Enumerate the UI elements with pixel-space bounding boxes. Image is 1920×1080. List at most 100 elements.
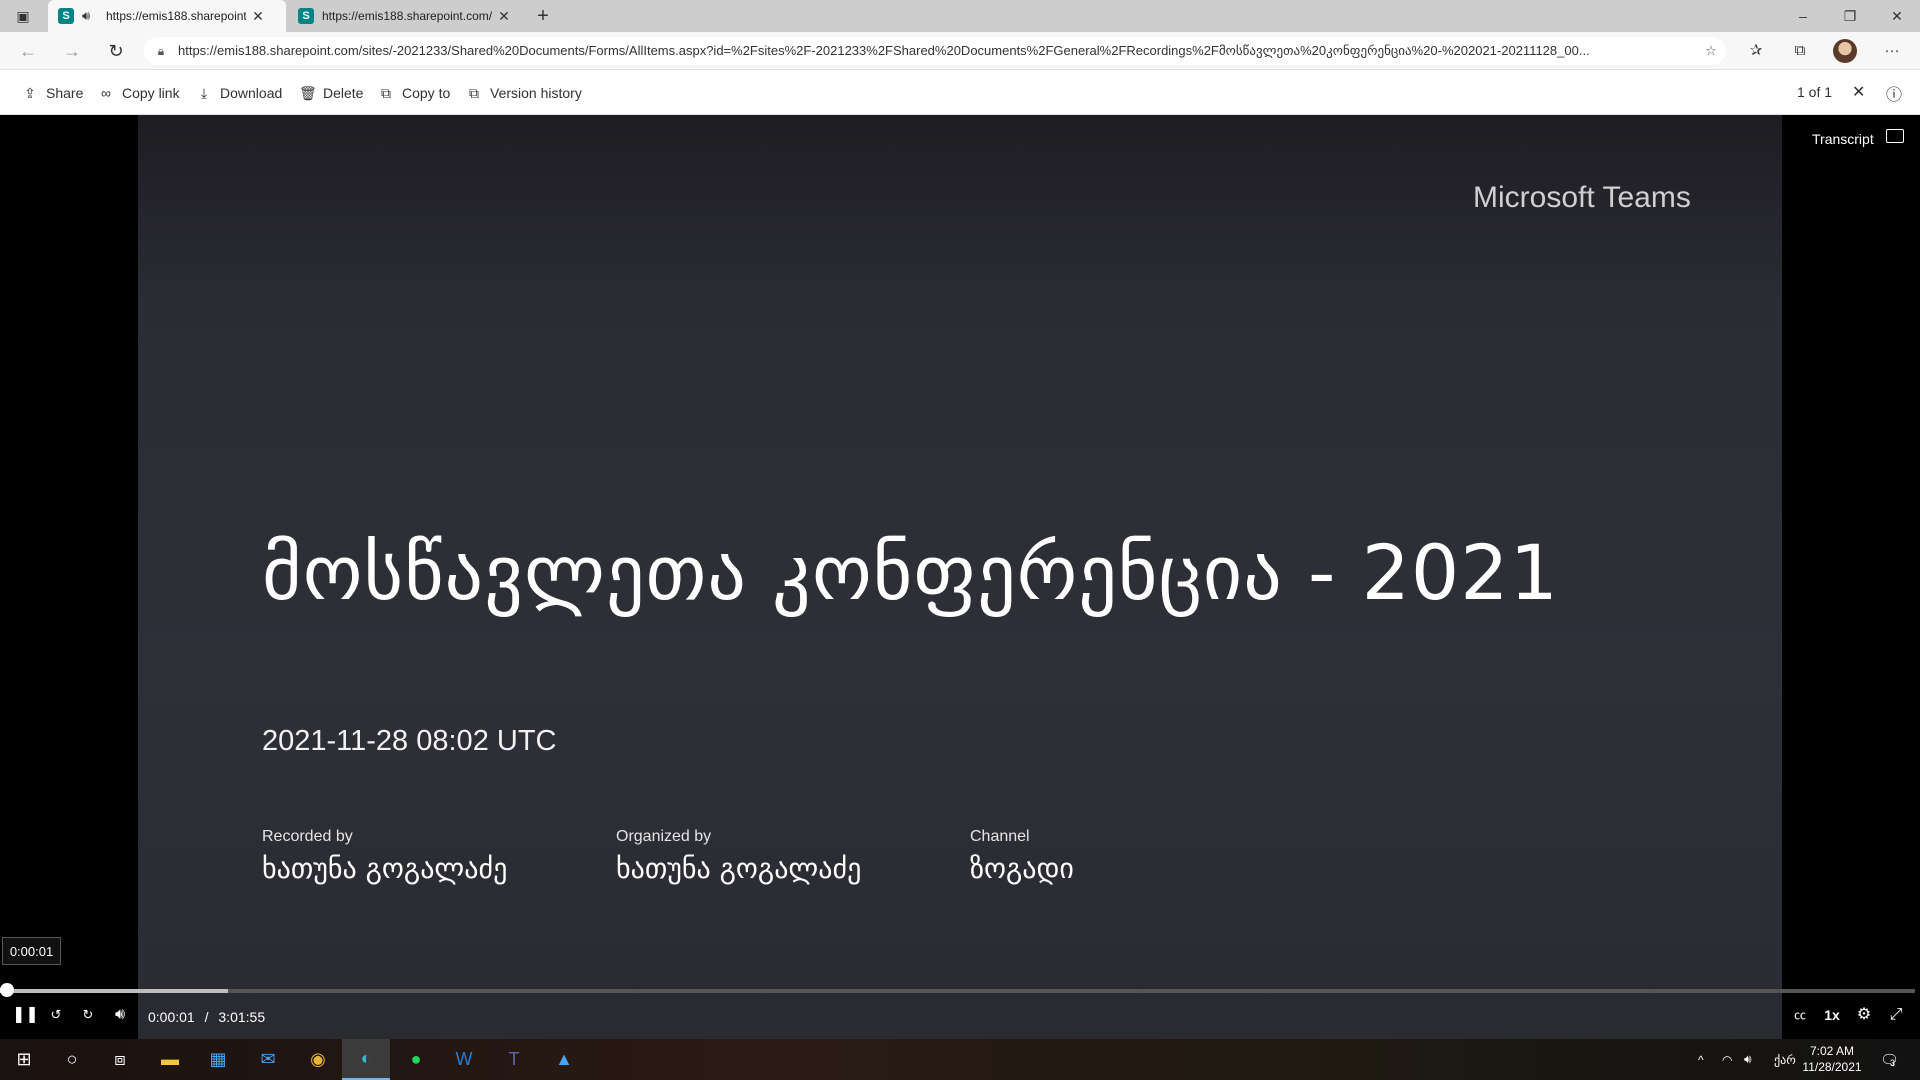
favorites-icon[interactable]: ✰ [1740,39,1772,63]
windows-taskbar: ⊞ ○ ⧈ ▬ ▦ ✉ ◉ ◐ ● W T ▲ ^ ◠ 🔊︎ ქარ 7:02 … [0,1039,1920,1080]
recording-date: 2021-11-28 08:02 UTC [262,725,557,757]
duration: 3:01:55 [218,1009,266,1025]
new-tab-icon[interactable]: + [520,0,566,32]
language-indicator[interactable]: ქარ [1774,1039,1796,1080]
close-window-icon[interactable]: ✕ [1874,0,1920,32]
url-field[interactable]: 🔒︎ https://emis188.sharepoint.com/sites/… [144,37,1726,65]
delete-label: Delete [323,85,364,101]
chrome-icon[interactable]: ◉ [294,1039,342,1080]
file-explorer-icon[interactable]: ▬ [146,1039,194,1080]
copy-to-label: Copy to [402,85,451,101]
download-label: Download [220,85,283,101]
mail-icon[interactable]: ✉ [244,1039,292,1080]
notification-count: 3 [1890,1057,1896,1068]
url-text: https://emis188.sharepoint.com/sites/-20… [178,43,1590,58]
rewind-10-icon[interactable]: ↺ [44,1003,68,1027]
speaker-icon[interactable]: 🔊︎ [82,8,98,24]
forward-10-icon[interactable]: ↻ [76,1003,100,1027]
lock-icon[interactable]: 🔒︎ [144,44,178,59]
pager-text: 1 of 1 [1797,84,1833,100]
edge-icon[interactable]: ◐ [342,1039,390,1080]
share-label: Share [46,85,84,101]
download-button[interactable]: ⤓ Download [196,82,282,104]
sharepoint-icon: S [58,8,74,24]
buffered-range [0,989,228,993]
seek-handle[interactable] [0,983,14,997]
link-icon: ∞ [101,85,111,101]
recorded-by-value: ხათუნა გოგალაძე [262,852,508,885]
more-icon[interactable]: ··· [1876,39,1908,63]
playback-speed-button[interactable]: 1x [1820,1003,1844,1027]
clock[interactable]: 7:02 AM 11/28/2021 [1798,1043,1866,1075]
back-icon[interactable]: ← [14,39,42,63]
time-separator: / [204,1009,209,1025]
tab-sharepoint-2[interactable]: S https://emis188.sharepoint.com/ ✕ [288,0,526,32]
sharepoint-icon: S [298,8,314,24]
close-tab-icon[interactable]: ✕ [246,8,270,25]
tray-chevron-icon[interactable]: ^ [1698,1039,1704,1080]
search-icon[interactable]: ○ [48,1039,96,1080]
delete-button[interactable]: 🗑︎ Delete [299,82,363,104]
reload-icon[interactable]: ↻ [102,39,130,63]
transcript-icon[interactable] [1886,129,1904,143]
version-history-button[interactable]: ⧉ Version history [466,82,582,104]
word-icon[interactable]: W [440,1039,488,1080]
clock-date: 11/28/2021 [1802,1060,1862,1074]
teams-icon[interactable]: T [490,1039,538,1080]
spotify-icon[interactable]: ● [392,1039,440,1080]
volume-icon[interactable]: 🔊︎ [108,1003,132,1027]
settings-icon[interactable]: ⚙ [1852,1003,1876,1027]
command-bar: ⇪ Share ∞ Copy link ⤓ Download 🗑︎ Delete… [0,70,1920,115]
close-tab-icon[interactable]: ✕ [492,8,516,25]
tray-volume-icon[interactable]: 🔊︎ [1744,1039,1752,1080]
seek-tooltip: 0:00:01 [2,937,61,965]
organized-by-label: Organized by [616,828,712,845]
channel-value: ზოგადი [970,852,1074,885]
history-icon: ⧉ [469,84,479,101]
organized-by-value: ხათუნა გოგალაძე [616,852,862,885]
trash-icon: 🗑︎ [299,84,317,101]
tab-actions-icon[interactable]: ▣ [0,0,46,32]
minimize-icon[interactable]: – [1780,0,1826,32]
video-frame[interactable]: Microsoft Teams მოსწავლეთა კონფერენცია -… [138,115,1782,1039]
brand-text: Microsoft Teams [1473,181,1691,214]
store-icon[interactable]: ▦ [194,1039,242,1080]
network-icon[interactable]: ◠ [1722,1039,1732,1080]
browser-tab-bar: ▣ S 🔊︎ https://emis188.sharepoint. ✕ S h… [0,0,1920,32]
pause-icon[interactable]: ❚❚ [12,1003,39,1027]
tab-title: https://emis188.sharepoint. [106,9,246,23]
close-viewer-icon[interactable]: ✕ [1852,82,1865,102]
seek-bar[interactable] [0,983,1915,997]
collections-icon[interactable]: ⧉ [1784,39,1816,63]
time-display: 0:00:01 / 3:01:55 [148,1009,265,1025]
version-history-label: Version history [490,85,582,101]
task-view-icon[interactable]: ⧈ [96,1039,144,1080]
restore-icon[interactable]: ❐ [1827,0,1873,32]
address-bar-row: ← → ↻ 🔒︎ https://emis188.sharepoint.com/… [0,32,1920,70]
notification-center-icon[interactable]: 🗨︎ 3 [1880,1039,1899,1080]
forward-icon[interactable]: → [58,39,86,63]
copy-link-label: Copy link [122,85,180,101]
share-icon: ⇪ [24,84,36,101]
share-button[interactable]: ⇪ Share [22,82,83,104]
fullscreen-icon[interactable]: ⤢ [1884,1003,1908,1027]
video-viewer: Microsoft Teams მოსწავლეთა კონფერენცია -… [0,115,1920,1039]
tab-title: https://emis188.sharepoint.com/ [322,9,492,23]
video-title: მოსწავლეთა კონფერენცია - 2021 [262,528,1559,617]
photos-icon[interactable]: ▲ [540,1039,588,1080]
captions-icon[interactable]: ㏄ [1788,1003,1812,1027]
transcript-button[interactable]: Transcript [1812,131,1874,147]
tab-sharepoint-active[interactable]: S 🔊︎ https://emis188.sharepoint. ✕ [48,0,286,32]
add-favorite-icon[interactable]: ☆ [1696,43,1726,59]
profile-avatar[interactable] [1833,39,1857,63]
copy-to-button[interactable]: ⧉ Copy to [378,82,450,104]
copy-link-button[interactable]: ∞ Copy link [98,82,180,104]
clock-time: 7:02 AM [1809,1044,1855,1058]
channel-label: Channel [970,828,1030,845]
recorded-by-label: Recorded by [262,828,353,845]
windows-start-icon[interactable]: ⊞ [0,1039,48,1080]
current-time: 0:00:01 [148,1009,195,1025]
info-icon[interactable]: ⓘ [1886,81,1902,105]
copy-icon: ⧉ [381,84,391,101]
download-icon: ⤓ [200,84,208,101]
